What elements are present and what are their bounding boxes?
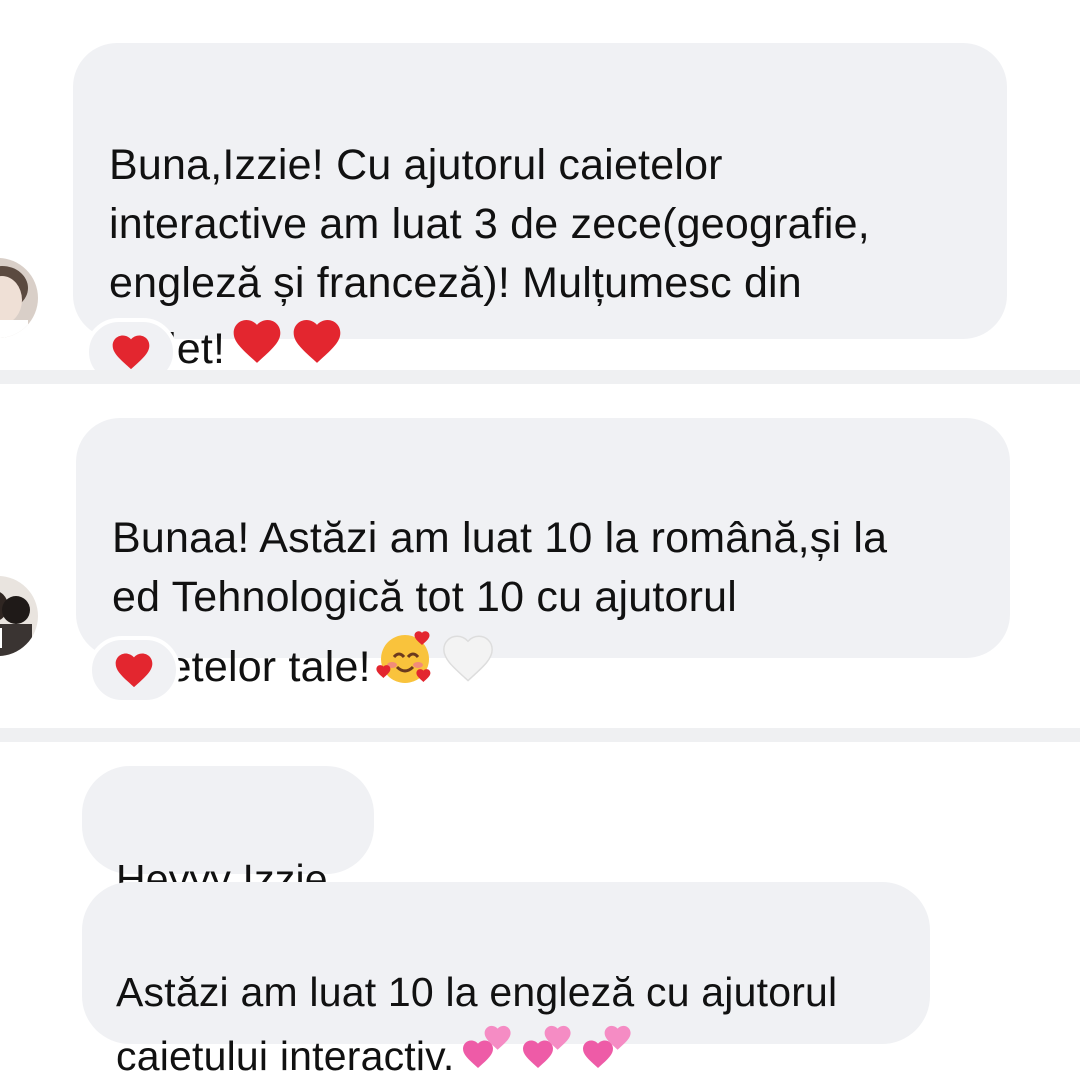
avatar-photo-icon (0, 576, 38, 656)
message-bubble[interactable]: Heyyy Izzie (82, 766, 374, 902)
message-text: Buna,Izzie! Cu ajutorul caietelor intera… (109, 141, 870, 373)
message-thread-1: Buna,Izzie! Cu ajutorul caietelor intera… (0, 0, 1080, 386)
red-heart-icon (115, 653, 153, 688)
smiling-face-with-hearts-icon (375, 627, 435, 703)
message-bubble[interactable]: Buna,Izzie! Cu ajutorul caietelor intera… (73, 43, 1007, 373)
white-heart-icon (439, 629, 497, 703)
avatar[interactable] (0, 258, 38, 338)
divider (0, 728, 1080, 742)
reaction-badge[interactable] (88, 636, 180, 704)
two-hearts-icon (518, 1022, 574, 1080)
two-hearts-icon (578, 1022, 634, 1080)
two-hearts-icon (458, 1022, 514, 1080)
avatar[interactable] (0, 576, 38, 656)
message-bubble[interactable]: Astăzi am luat 10 la engleză cu ajutorul… (82, 882, 930, 1079)
message-text: Bunaa! Astăzi am luat 10 la română,și la… (112, 514, 888, 691)
message-bubble[interactable]: Bunaa! Astăzi am luat 10 la română,și la… (76, 418, 1010, 691)
divider (0, 370, 1080, 384)
conversation-screenshot: Buna,Izzie! Cu ajutorul caietelor intera… (0, 0, 1080, 1080)
message-thread-3: Heyyy Izzie Astăzi am luat 10 la engleză… (0, 742, 1080, 1080)
avatar-photo-icon (0, 258, 38, 338)
red-heart-icon (112, 335, 150, 370)
message-thread-2: Bunaa! Astăzi am luat 10 la română,și la… (0, 384, 1080, 728)
